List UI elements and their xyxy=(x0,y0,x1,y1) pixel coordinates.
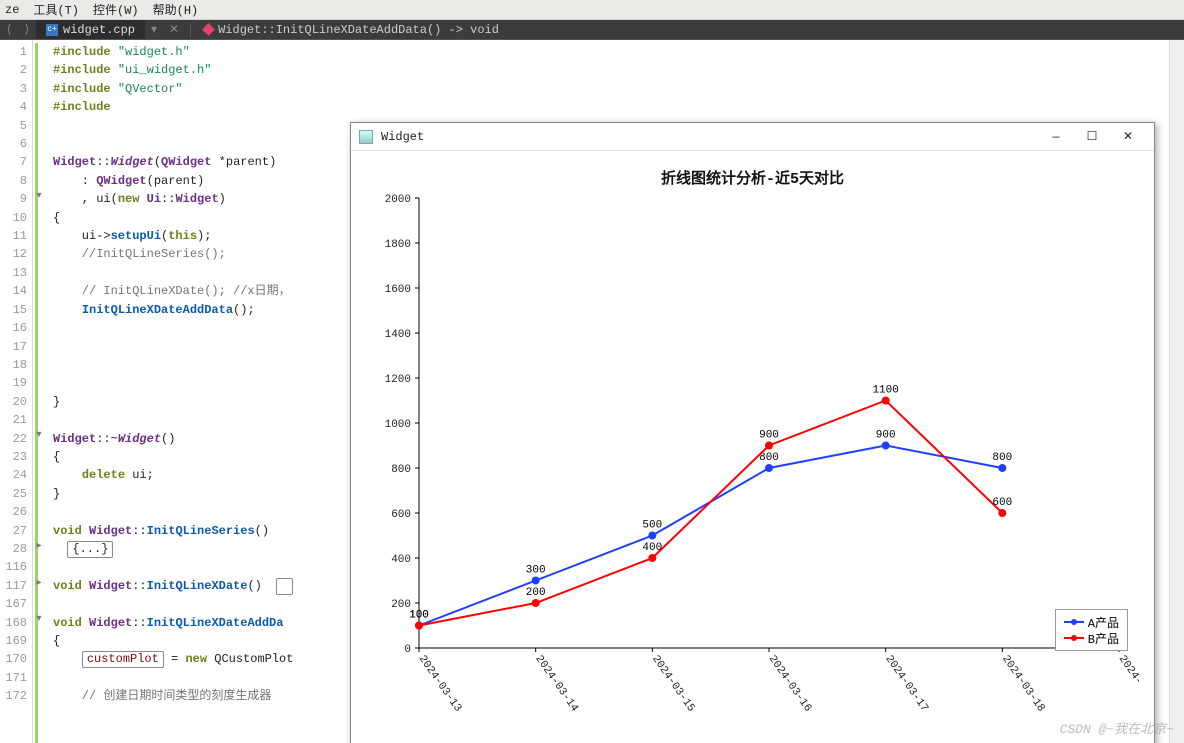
code-editor[interactable]: 1234567891011121314151617181920212223242… xyxy=(0,40,1184,743)
svg-text:800: 800 xyxy=(391,464,411,476)
file-tab[interactable]: c+ widget.cpp xyxy=(36,20,145,39)
method-icon xyxy=(202,23,215,36)
svg-text:2024-03-14: 2024-03-14 xyxy=(532,653,580,714)
dropdown-arrow-icon[interactable]: ▾ xyxy=(145,22,163,37)
window-icon xyxy=(359,130,373,144)
svg-text:900: 900 xyxy=(876,430,896,442)
svg-text:900: 900 xyxy=(759,430,779,442)
svg-text:2024-03-19: 2024-03-19 xyxy=(1116,653,1139,714)
minimize-button[interactable]: — xyxy=(1038,123,1074,150)
svg-text:600: 600 xyxy=(992,497,1012,509)
window-titlebar[interactable]: Widget — ☐ ✕ xyxy=(351,123,1154,151)
svg-text:200: 200 xyxy=(526,587,546,599)
svg-text:1000: 1000 xyxy=(385,419,411,431)
svg-text:800: 800 xyxy=(992,452,1012,464)
breadcrumb-text: Widget::InitQLineXDateAddData() -> void xyxy=(218,23,499,37)
svg-text:1200: 1200 xyxy=(385,374,411,386)
svg-text:1400: 1400 xyxy=(385,329,411,341)
svg-text:2024-03-15: 2024-03-15 xyxy=(649,653,697,714)
chart-area: 折线图统计分析-近5天对比 0 200 400 600 800 1000 1200 1400 1… xyxy=(369,161,1136,741)
separator xyxy=(190,23,191,37)
svg-text:400: 400 xyxy=(391,554,411,566)
nav-fwd-icon[interactable]: ⟩ xyxy=(18,22,36,37)
fold-column[interactable]: ▾▾▸▸▾ xyxy=(33,40,45,743)
close-button[interactable]: ✕ xyxy=(1110,123,1146,150)
line-chart: 0 200 400 600 800 1000 1200 1400 1600 1800 2000 202… xyxy=(369,188,1139,728)
chart-title: 折线图统计分析-近5天对比 xyxy=(369,161,1136,188)
svg-text:600: 600 xyxy=(391,509,411,521)
legend-item: A产品 xyxy=(1064,614,1119,630)
breadcrumb[interactable]: Widget::InitQLineXDateAddData() -> void xyxy=(196,23,499,37)
menu-item[interactable]: ze xyxy=(5,3,19,17)
menu-item[interactable]: 工具(T) xyxy=(33,1,79,18)
menu-item[interactable]: 控件(W) xyxy=(93,1,139,18)
svg-text:2024-03-17: 2024-03-17 xyxy=(882,653,930,714)
vertical-scrollbar[interactable] xyxy=(1169,40,1184,743)
svg-text:0: 0 xyxy=(404,644,411,656)
svg-text:1600: 1600 xyxy=(385,284,411,296)
svg-text:400: 400 xyxy=(642,542,662,554)
editor-toolbar: ⟨ ⟩ c+ widget.cpp ▾ ✕ Widget::InitQLineX… xyxy=(0,20,1184,40)
legend-item: B产品 xyxy=(1064,630,1119,646)
nav-back-icon[interactable]: ⟨ xyxy=(0,22,18,37)
svg-text:2000: 2000 xyxy=(385,194,411,206)
menu-bar: ze 工具(T) 控件(W) 帮助(H) xyxy=(0,0,1184,20)
svg-text:300: 300 xyxy=(526,565,546,577)
svg-text:2024-03-18: 2024-03-18 xyxy=(999,653,1047,714)
chart-legend: A产品 B产品 xyxy=(1055,609,1128,651)
close-tab-icon[interactable]: ✕ xyxy=(163,22,185,37)
svg-text:1800: 1800 xyxy=(385,239,411,251)
window-title: Widget xyxy=(381,130,424,144)
widget-window: Widget — ☐ ✕ 折线图统计分析-近5天对比 0 200 400 600 800… xyxy=(350,122,1155,743)
cpp-file-icon: c+ xyxy=(46,24,58,36)
svg-text:1100: 1100 xyxy=(872,385,898,397)
maximize-button[interactable]: ☐ xyxy=(1074,123,1110,150)
svg-text:100: 100 xyxy=(409,610,429,622)
svg-text:500: 500 xyxy=(642,520,662,532)
svg-text:2024-03-16: 2024-03-16 xyxy=(766,653,814,714)
version-control-bar xyxy=(35,43,38,743)
svg-text:800: 800 xyxy=(759,452,779,464)
svg-text:200: 200 xyxy=(391,599,411,611)
tab-filename: widget.cpp xyxy=(63,23,135,37)
menu-item[interactable]: 帮助(H) xyxy=(153,1,199,18)
line-number-gutter: 1234567891011121314151617181920212223242… xyxy=(0,40,33,743)
watermark: CSDN @~我在北京~ xyxy=(1060,718,1174,737)
svg-text:2024-03-13: 2024-03-13 xyxy=(416,653,464,714)
